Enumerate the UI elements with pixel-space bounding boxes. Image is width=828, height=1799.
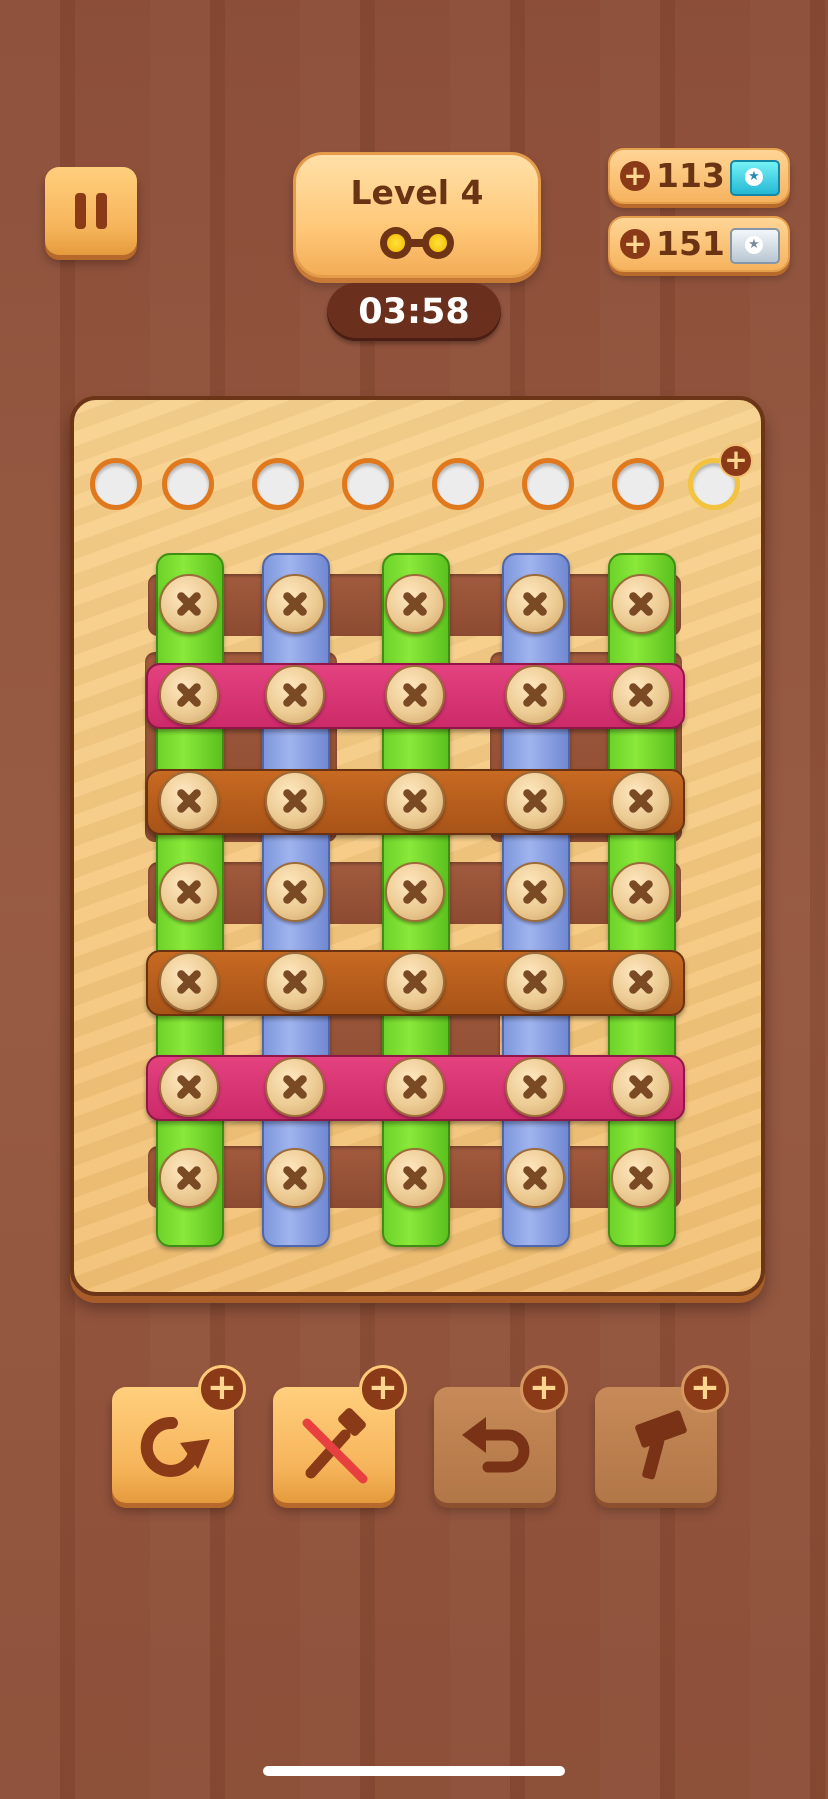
screw[interactable] (385, 862, 445, 922)
empty-screw-hole[interactable] (432, 458, 484, 510)
screw[interactable] (611, 665, 671, 725)
home-indicator[interactable] (263, 1766, 565, 1776)
screw[interactable] (611, 771, 671, 831)
screw[interactable] (159, 665, 219, 725)
hammer-booster-button[interactable]: + (595, 1365, 729, 1503)
empty-screw-hole[interactable] (162, 458, 214, 510)
screw[interactable] (505, 1148, 565, 1208)
screw[interactable] (385, 574, 445, 634)
screw[interactable] (505, 1057, 565, 1117)
chain-link-icon (380, 227, 454, 261)
screw[interactable] (265, 1057, 325, 1117)
screw[interactable] (159, 1148, 219, 1208)
screw[interactable] (159, 862, 219, 922)
level-panel: Level 4 (293, 152, 541, 278)
empty-screw-hole[interactable] (90, 458, 142, 510)
empty-screw-hole[interactable] (252, 458, 304, 510)
hammer-icon (635, 1410, 687, 1480)
remove-screw-booster-button[interactable]: + (273, 1365, 407, 1503)
pause-icon (75, 193, 86, 229)
screw[interactable] (611, 1057, 671, 1117)
screw[interactable] (385, 1148, 445, 1208)
screw[interactable] (159, 952, 219, 1012)
screw[interactable] (611, 1148, 671, 1208)
screw[interactable] (265, 665, 325, 725)
screw[interactable] (505, 574, 565, 634)
screw[interactable] (505, 771, 565, 831)
screw[interactable] (385, 1057, 445, 1117)
blue-ticket-icon: ★ (730, 160, 780, 196)
add-currency-icon[interactable]: + (620, 229, 650, 259)
currency-amount: 151 (656, 224, 725, 263)
buy-booster-plus-icon[interactable]: + (681, 1365, 729, 1413)
screw[interactable] (505, 665, 565, 725)
screw[interactable] (385, 771, 445, 831)
screw[interactable] (159, 574, 219, 634)
empty-screw-hole[interactable] (612, 458, 664, 510)
currency-amount: 113 (656, 156, 725, 195)
rotate-arrow-icon (140, 1416, 210, 1477)
pause-button[interactable] (45, 167, 137, 255)
buy-booster-plus-icon[interactable]: + (359, 1365, 407, 1413)
rotate-booster-button[interactable]: + (112, 1365, 246, 1503)
unlock-hole-plus-icon[interactable]: + (719, 444, 753, 478)
screw[interactable] (385, 665, 445, 725)
empty-screw-hole[interactable] (342, 458, 394, 510)
buy-booster-plus-icon[interactable]: + (198, 1365, 246, 1413)
crossed-screw-icon (302, 1408, 368, 1484)
buy-booster-plus-icon[interactable]: + (520, 1365, 568, 1413)
undo-booster-button[interactable]: + (434, 1365, 568, 1503)
empty-screw-hole[interactable] (522, 458, 574, 510)
add-currency-icon[interactable]: + (620, 161, 650, 191)
silver-ticket-icon: ★ (730, 228, 780, 264)
screw[interactable] (265, 771, 325, 831)
screw[interactable] (505, 862, 565, 922)
screw[interactable] (265, 862, 325, 922)
pause-icon-bar (96, 193, 107, 229)
screw[interactable] (159, 771, 219, 831)
screw[interactable] (611, 862, 671, 922)
screw[interactable] (159, 1057, 219, 1117)
screw[interactable] (265, 574, 325, 634)
undo-arrow-icon (462, 1417, 530, 1473)
countdown-timer: 03:58 (327, 283, 501, 341)
screw[interactable] (611, 574, 671, 634)
currency-blue-tickets[interactable]: + 113 ★ (608, 148, 790, 204)
currency-silver-tickets[interactable]: + 151 ★ (608, 216, 790, 272)
screw[interactable] (265, 1148, 325, 1208)
screw[interactable] (611, 952, 671, 1012)
level-title: Level 4 (350, 173, 484, 212)
screw[interactable] (265, 952, 325, 1012)
screw[interactable] (505, 952, 565, 1012)
screw[interactable] (385, 952, 445, 1012)
